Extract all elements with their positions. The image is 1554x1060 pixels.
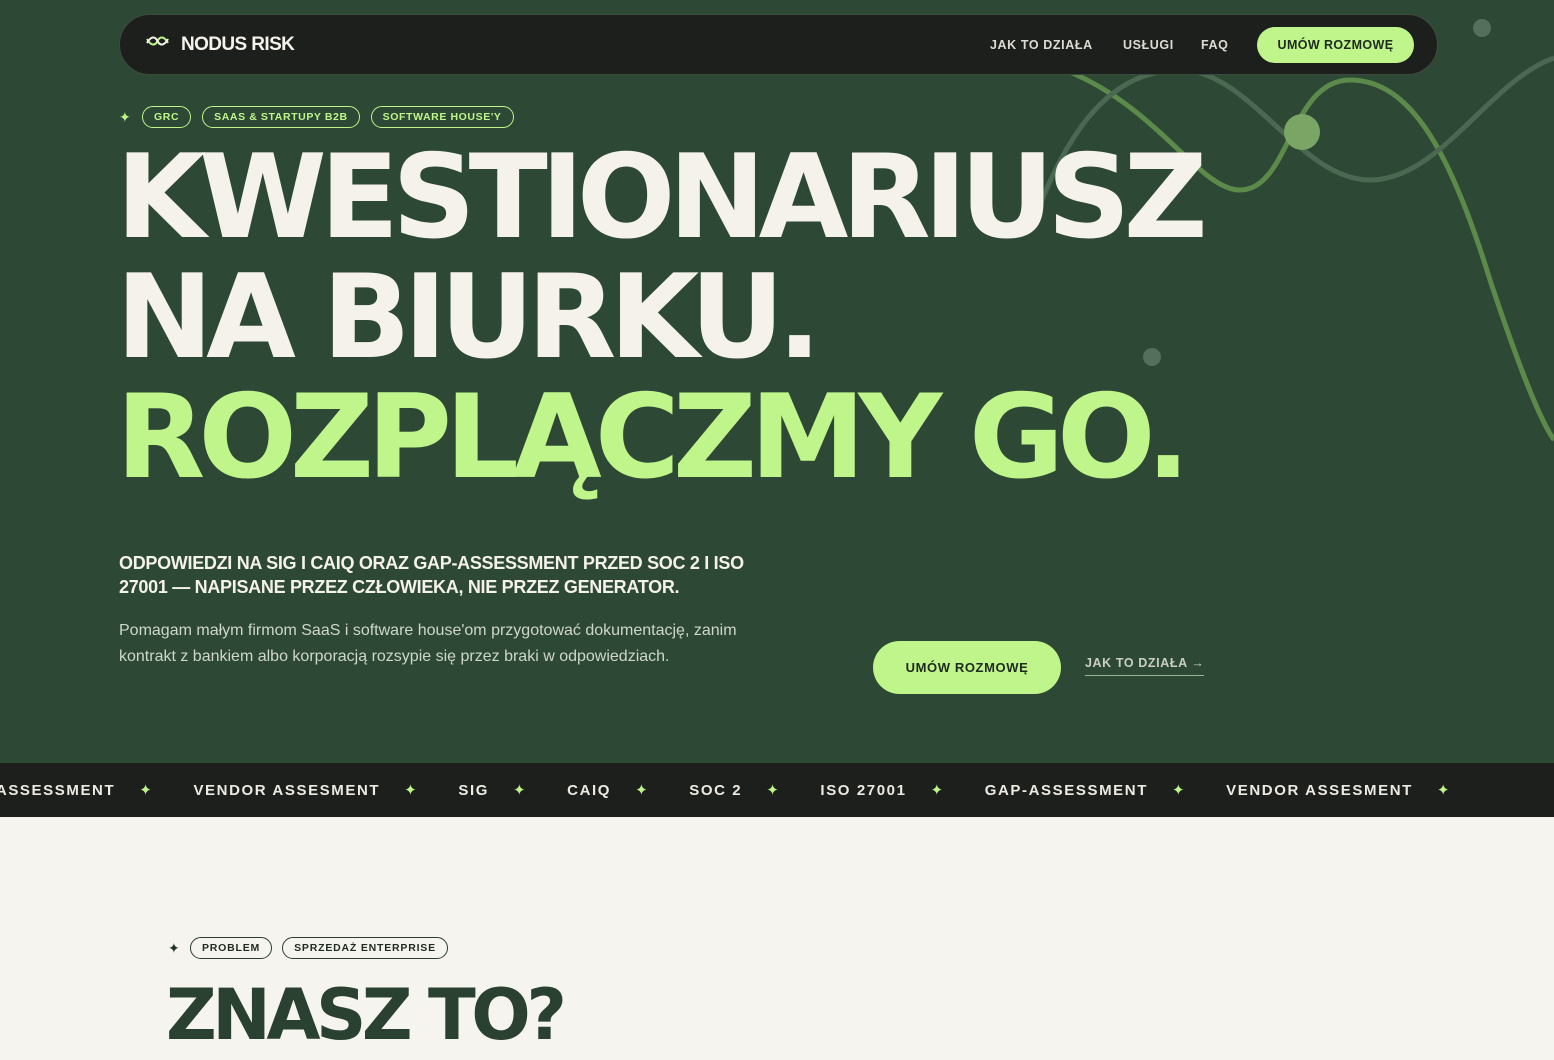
tag-software-houses: SOFTWARE HOUSE'Y [370,106,514,128]
tag-problem: PROBLEM [190,937,273,959]
curve-node-tiny [1473,19,1491,37]
problem-title: ZNASZ TO? [166,974,567,1056]
knot-logo-icon [146,36,169,46]
top-navbar: NODUS RISK JAK TO DZIAŁA USŁUGI FAQ UMÓW… [119,14,1438,75]
marquee-item: CAIQ ✦ [567,781,650,800]
nav-link-how-it-works[interactable]: JAK TO DZIAŁA [990,38,1093,52]
sparkle-icon: ✦ [930,782,945,799]
hero-how-it-works-link[interactable]: JAK TO DZIAŁA → [1085,656,1205,676]
hero-headline: KWESTIONARIUSZ NA BIURKU. ROZPLĄCZMY GO. [116,130,1208,505]
problem-tag-row: ✦ PROBLEM SPRZEDAŻ ENTERPRISE [168,937,448,959]
problem-section: ✦ PROBLEM SPRZEDAŻ ENTERPRISE ZNASZ TO? [0,817,1554,1060]
hero-section: NODUS RISK JAK TO DZIAŁA USŁUGI FAQ UMÓW… [0,0,1554,763]
marquee-item: GAP-ASSESSMENT✦ [984,781,1187,800]
keyword-marquee: GAP-ASSESSMENT✦ VENDOR ASSESMENT✦ SIG✦ C… [0,763,1554,817]
sparkle-icon: ✦ [404,782,419,799]
sparkle-icon: ✦ [139,782,154,799]
tag-enterprise-sales: SPRZEDAŻ ENTERPRISE [282,937,448,959]
marquee-item: VENDOR ASSESMENT ✦ [193,781,419,800]
sparkle-icon: ✦ [766,782,781,799]
tag-grc: GRC [142,106,192,128]
marquee-item: VENDOR ASSESMENT ✦ [1226,781,1452,800]
sparkle-icon: ✦ [1171,782,1187,799]
hero-tag-row: ✦ GRC SAAS & STARTUPY B2B SOFTWARE HOUSE… [119,106,514,128]
marquee-item: SOC 2 ✦ [689,781,781,800]
marquee-item: SIG ✦ [458,781,528,800]
curve-node-large [1284,114,1320,150]
marquee-item: ISO 27001 ✦ [820,781,945,800]
marquee-track: GAP-ASSESSMENT✦ VENDOR ASSESMENT✦ SIG✦ C… [0,763,1491,817]
marquee-item: GAP-ASSESSMENT✦ [0,781,154,800]
hero-description: Pomagam małym firmom SaaS i software hou… [119,622,737,665]
sparkle-icon: ✦ [119,109,131,125]
brand-logo[interactable]: NODUS RISK [145,34,295,56]
sparkle-icon: ✦ [512,782,528,799]
sparkle-icon: ✦ [168,939,180,956]
nav-link-services[interactable]: USŁUGI [1123,38,1174,52]
hero-subheading: ODPOWIEDZI NA SIG I CAIQ ORAZ GAP-ASSESS… [119,553,744,597]
sparkle-icon: ✦ [1436,782,1452,799]
nav-book-call-button[interactable]: UMÓW ROZMOWĘ [1257,27,1414,63]
tag-saas-startups: SAAS & STARTUPY B2B [202,106,360,128]
sparkle-icon: ✦ [635,782,650,799]
hero-book-call-button[interactable]: UMÓW ROZMOWĘ [873,641,1061,694]
headline-line-3: ROZPLĄCZMY GO. [116,370,1190,505]
nav-link-faq[interactable]: FAQ [1201,38,1229,52]
headline-line-2: NA BIURKU. [116,250,821,385]
brand-name: NODUS RISK [181,34,295,55]
headline-line-1: KWESTIONARIUSZ [116,130,1208,265]
